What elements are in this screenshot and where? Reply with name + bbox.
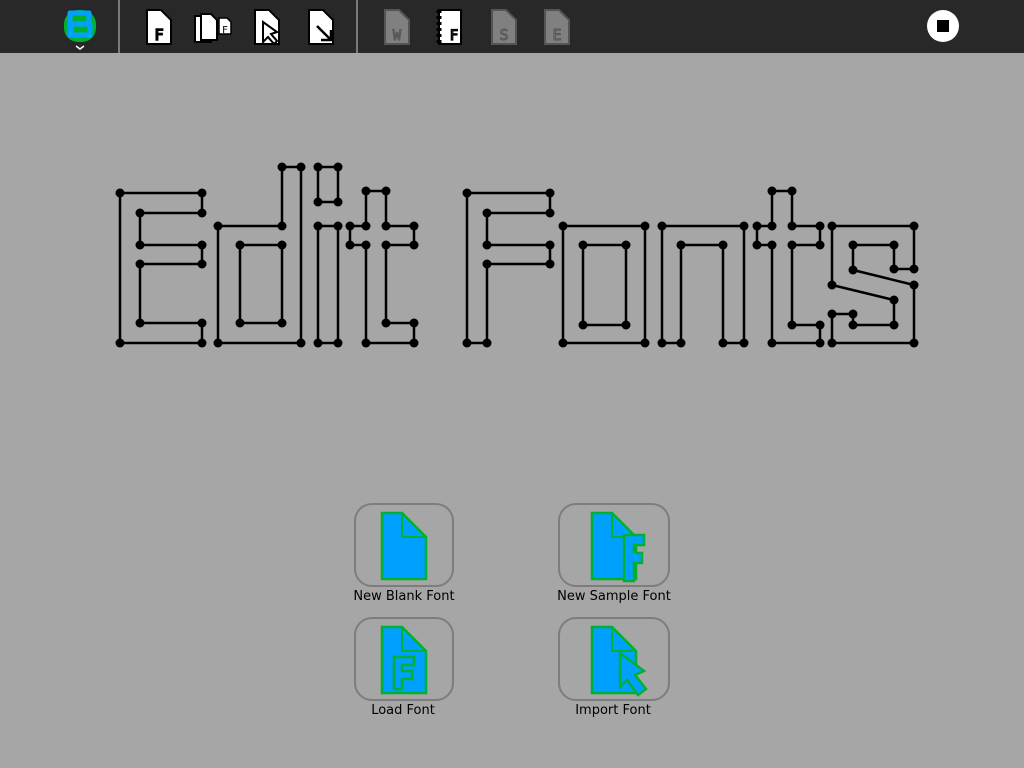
edit-glyph-button[interactable]: W [371, 0, 423, 53]
activity-button[interactable] [54, 0, 106, 53]
blank-document-icon [380, 511, 428, 581]
toolbar-separator [118, 0, 120, 53]
save-icon: S [491, 9, 517, 45]
new-sample-font-button[interactable] [558, 503, 670, 587]
edit-glyph-icon: W [384, 9, 410, 45]
import-font-icon [308, 9, 334, 45]
sample-font-icon: F [436, 9, 462, 45]
new-font-icon: F [146, 9, 172, 45]
hero-title-art [115, 162, 919, 348]
sugar-activity-icon [64, 10, 96, 50]
stop-button[interactable] [917, 0, 969, 53]
load-font-button-toolbar[interactable] [241, 0, 293, 53]
font-document-icon [380, 625, 428, 695]
new-font-button[interactable]: F [133, 0, 185, 53]
stop-icon [927, 10, 959, 42]
export-icon: E [544, 9, 570, 45]
import-font-button-toolbar[interactable] [295, 0, 347, 53]
svg-text:E: E [552, 26, 561, 44]
toolbar: F F W F S E [0, 0, 1024, 53]
export-button[interactable]: E [531, 0, 583, 53]
new-blank-font-label: New Blank Font [353, 589, 455, 604]
import-document-icon [590, 625, 648, 697]
svg-text:W: W [393, 28, 402, 44]
import-font-button[interactable] [558, 617, 670, 701]
new-blank-font-button[interactable] [354, 503, 454, 587]
toolbar-separator [356, 0, 358, 53]
load-font-label: Load Font [371, 703, 435, 718]
sample-font-button[interactable]: F [425, 0, 477, 53]
load-font-button[interactable] [354, 617, 454, 701]
new-sample-font-button-toolbar[interactable]: F [187, 0, 239, 53]
import-font-label: Import Font [575, 703, 651, 718]
load-font-icon [254, 9, 280, 46]
svg-text:F: F [450, 28, 458, 44]
new-sample-font-label: New Sample Font [557, 589, 671, 604]
save-button[interactable]: S [478, 0, 530, 53]
hero-title: Edit Fonts [0, 150, 1024, 360]
svg-text:F: F [222, 25, 228, 36]
svg-text:F: F [154, 26, 163, 44]
new-sample-font-icon: F [194, 13, 232, 43]
svg-text:S: S [499, 26, 508, 44]
sample-font-document-icon [590, 511, 646, 583]
